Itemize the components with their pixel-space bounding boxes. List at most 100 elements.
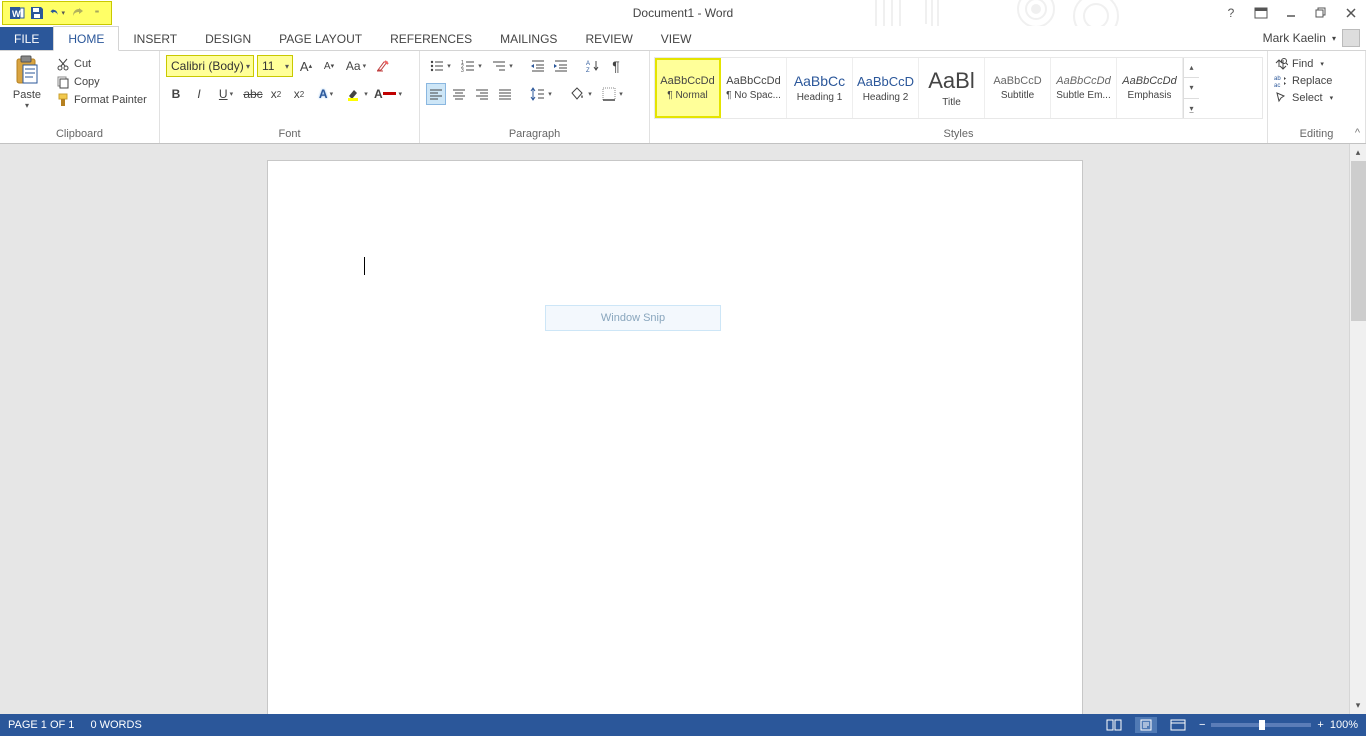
tab-file[interactable]: FILE bbox=[0, 27, 53, 50]
tab-insert[interactable]: INSERT bbox=[119, 27, 191, 50]
cut-button[interactable]: Cut bbox=[56, 57, 147, 71]
tab-view[interactable]: VIEW bbox=[647, 27, 706, 50]
justify-button[interactable] bbox=[495, 83, 515, 105]
style-title[interactable]: AaBlTitle bbox=[919, 58, 985, 118]
zoom-slider-handle[interactable] bbox=[1259, 720, 1265, 730]
zoom-control: − + 100% bbox=[1199, 719, 1358, 731]
tab-review[interactable]: REVIEW bbox=[571, 27, 646, 50]
scissors-icon bbox=[56, 57, 70, 71]
tab-mailings[interactable]: MAILINGS bbox=[486, 27, 571, 50]
tab-page-layout[interactable]: PAGE LAYOUT bbox=[265, 27, 376, 50]
page-number-status[interactable]: PAGE 1 OF 1 bbox=[8, 719, 74, 731]
bold-button[interactable]: B bbox=[166, 83, 186, 105]
format-painter-icon bbox=[56, 93, 70, 107]
styles-scroll-down[interactable]: ▾ bbox=[1184, 78, 1199, 98]
align-right-button[interactable] bbox=[472, 83, 492, 105]
restore-icon[interactable] bbox=[1310, 2, 1332, 24]
style-heading2[interactable]: AaBbCcDHeading 2 bbox=[853, 58, 919, 118]
tab-references[interactable]: REFERENCES bbox=[376, 27, 486, 50]
word-count-status[interactable]: 0 WORDS bbox=[90, 719, 141, 731]
replace-button[interactable]: abacReplace bbox=[1274, 74, 1333, 88]
help-icon[interactable]: ? bbox=[1220, 2, 1242, 24]
select-button[interactable]: Select▾ bbox=[1274, 91, 1333, 105]
style-normal[interactable]: AaBbCcDd¶ Normal bbox=[655, 58, 721, 118]
group-font: Calibri (Body)▾ 11 ▾ A▴ A▾ Aa▾ B I U▾ abc… bbox=[160, 51, 420, 143]
style-subtle-emphasis[interactable]: AaBbCcDdSubtle Em... bbox=[1051, 58, 1117, 118]
increase-indent-button[interactable] bbox=[551, 55, 571, 77]
ribbon-tabs: FILE HOME INSERT DESIGN PAGE LAYOUT REFE… bbox=[0, 26, 1366, 51]
decrease-font-button[interactable]: A▾ bbox=[319, 55, 339, 77]
decrease-indent-button[interactable] bbox=[528, 55, 548, 77]
user-account[interactable]: Mark Kaelin ▾ bbox=[1263, 29, 1360, 47]
italic-button[interactable]: I bbox=[189, 83, 209, 105]
superscript-button[interactable]: x2 bbox=[289, 83, 309, 105]
status-bar: PAGE 1 OF 1 0 WORDS − + 100% bbox=[0, 714, 1366, 736]
document-area[interactable] bbox=[0, 144, 1349, 714]
sort-button[interactable]: AZ bbox=[583, 55, 603, 77]
user-dropdown-caret: ▾ bbox=[1332, 34, 1336, 43]
styles-scroll-up[interactable]: ▴ bbox=[1184, 58, 1199, 78]
highlight-button[interactable]: ▾ bbox=[343, 83, 371, 105]
print-layout-view-button[interactable] bbox=[1135, 717, 1157, 733]
chevron-down-icon: ▾ bbox=[285, 62, 289, 71]
find-button[interactable]: Find▾ bbox=[1274, 57, 1333, 71]
close-icon[interactable] bbox=[1340, 2, 1362, 24]
title-bar: W ▾ ⁼ Document1 - Word ? bbox=[0, 0, 1366, 26]
select-icon bbox=[1274, 91, 1288, 105]
format-painter-button[interactable]: Format Painter bbox=[56, 93, 147, 107]
style-emphasis[interactable]: AaBbCcDdEmphasis bbox=[1117, 58, 1183, 118]
editing-group-label: Editing bbox=[1268, 127, 1365, 143]
copy-button[interactable]: Copy bbox=[56, 75, 147, 89]
multilevel-list-button[interactable]: ▾ bbox=[488, 55, 516, 77]
scroll-down-button[interactable]: ▾ bbox=[1350, 697, 1366, 714]
style-subtitle[interactable]: AaBbCcDSubtitle bbox=[985, 58, 1051, 118]
strikethrough-button[interactable]: abc bbox=[243, 83, 263, 105]
style-heading1[interactable]: AaBbCcHeading 1 bbox=[787, 58, 853, 118]
ribbon: Paste ▾ Cut Copy Format Painter Clipboar… bbox=[0, 51, 1366, 144]
document-page[interactable] bbox=[267, 160, 1083, 714]
scroll-up-button[interactable]: ▴ bbox=[1350, 144, 1366, 161]
web-layout-view-button[interactable] bbox=[1167, 717, 1189, 733]
change-case-button[interactable]: Aa▾ bbox=[342, 55, 370, 77]
copy-icon bbox=[56, 75, 70, 89]
zoom-out-button[interactable]: − bbox=[1199, 719, 1205, 731]
styles-expand[interactable]: ▾̲ bbox=[1184, 99, 1199, 118]
text-cursor bbox=[364, 257, 365, 275]
style-no-spacing[interactable]: AaBbCcDd¶ No Spac... bbox=[721, 58, 787, 118]
vertical-scrollbar[interactable]: ▴ ▾ bbox=[1349, 144, 1366, 714]
font-color-button[interactable]: A▾ bbox=[374, 83, 402, 105]
read-mode-view-button[interactable] bbox=[1103, 717, 1125, 733]
shading-button[interactable]: ▾ bbox=[567, 83, 595, 105]
bullets-button[interactable]: ▾ bbox=[426, 55, 454, 77]
align-left-button[interactable] bbox=[426, 83, 446, 105]
text-effects-button[interactable]: A▾ bbox=[312, 83, 340, 105]
zoom-in-button[interactable]: + bbox=[1317, 719, 1323, 731]
font-size-value: 11 bbox=[262, 59, 274, 73]
clear-formatting-button[interactable] bbox=[373, 55, 393, 77]
numbering-button[interactable]: 123▾ bbox=[457, 55, 485, 77]
tab-home[interactable]: HOME bbox=[53, 26, 119, 51]
tab-design[interactable]: DESIGN bbox=[191, 27, 265, 50]
collapse-ribbon-button[interactable]: ^ bbox=[1355, 127, 1360, 139]
user-name-label: Mark Kaelin bbox=[1263, 31, 1326, 45]
underline-button[interactable]: U▾ bbox=[212, 83, 240, 105]
group-editing: Find▾ abacReplace Select▾ Editing bbox=[1268, 51, 1366, 143]
window-controls: ? bbox=[1220, 2, 1362, 24]
font-size-combo[interactable]: 11 ▾ bbox=[257, 55, 293, 77]
svg-text:ab: ab bbox=[1274, 76, 1281, 82]
align-center-button[interactable] bbox=[449, 83, 469, 105]
subscript-button[interactable]: x2 bbox=[266, 83, 286, 105]
find-label: Find bbox=[1292, 58, 1313, 70]
paste-button[interactable]: Paste ▾ bbox=[6, 55, 48, 110]
zoom-slider[interactable] bbox=[1211, 723, 1311, 727]
ribbon-display-icon[interactable] bbox=[1250, 2, 1272, 24]
minimize-icon[interactable] bbox=[1280, 2, 1302, 24]
zoom-level-label[interactable]: 100% bbox=[1330, 719, 1358, 731]
styles-gallery-scroll: ▴ ▾ ▾̲ bbox=[1183, 58, 1199, 118]
increase-font-button[interactable]: A▴ bbox=[296, 55, 316, 77]
font-name-combo[interactable]: Calibri (Body)▾ bbox=[166, 55, 254, 77]
line-spacing-button[interactable]: ▾ bbox=[527, 83, 555, 105]
scroll-thumb[interactable] bbox=[1351, 161, 1366, 321]
show-paragraph-marks-button[interactable]: ¶ bbox=[606, 55, 626, 77]
borders-button[interactable]: ▾ bbox=[598, 83, 626, 105]
